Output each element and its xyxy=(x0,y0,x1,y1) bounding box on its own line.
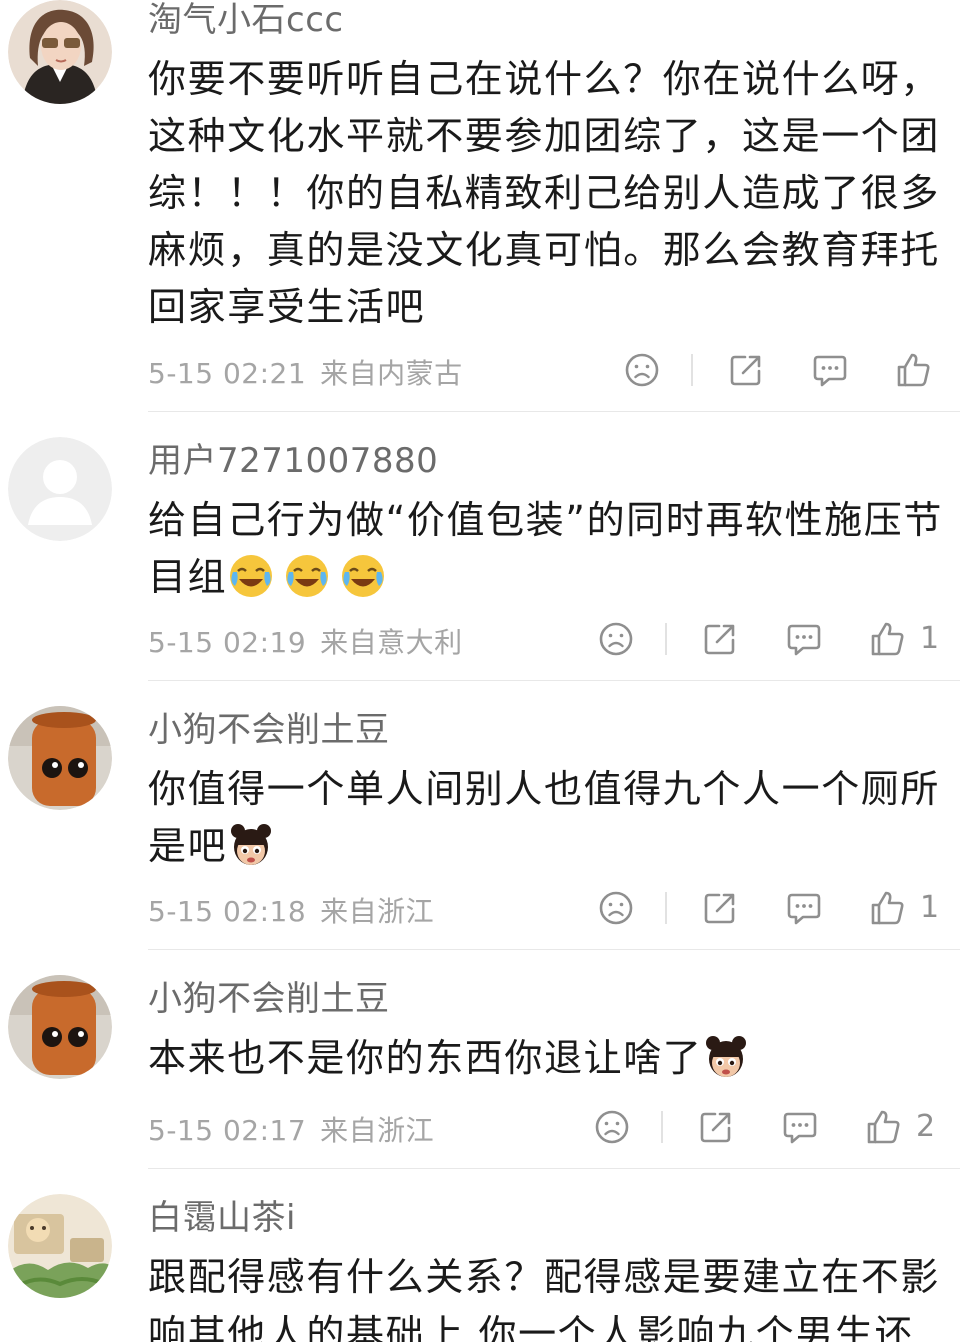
comment-item: 用户7271007880 给自己行为做“价值包装”的同时再软性施压节目组 5-1… xyxy=(0,413,960,681)
sad-face-icon[interactable] xyxy=(592,1107,632,1147)
avatar[interactable] xyxy=(8,0,112,104)
avatar[interactable] xyxy=(8,437,112,541)
divider xyxy=(148,680,960,681)
comment-text: 你要不要听听自己在说什么？你在说什么呀，这种文化水平就不要参加团综了，这是一个团… xyxy=(148,51,944,336)
sad-face-icon[interactable] xyxy=(622,350,662,390)
location: 来自浙江 xyxy=(320,895,435,928)
username[interactable]: 小狗不会削土豆 xyxy=(148,710,390,750)
sad-face-icon[interactable] xyxy=(596,619,636,659)
comment-item: 白霭山茶i 跟配得感有什么关系？配得感是要建立在不影响其他人的基础上 你一个人影… xyxy=(0,1170,960,1342)
comment-item: 小狗不会削土豆 你值得一个单人间别人也值得九个人一个厕所是吧 5-15 02:1… xyxy=(0,682,960,950)
username[interactable]: 白霭山茶i xyxy=(148,1198,296,1238)
avatar[interactable] xyxy=(8,1194,112,1298)
action-bar xyxy=(620,350,940,394)
avatar[interactable] xyxy=(8,706,112,810)
like-count: 2 xyxy=(916,1109,936,1144)
comment-text-body: 跟配得感有什么关系？配得感是要建立在不影响其他人的基础上 你一个人影响九个男生还 xyxy=(148,1255,941,1342)
girl-face-emoji xyxy=(227,821,275,869)
comment-meta: 5-15 02:19 来自意大利 xyxy=(148,621,463,661)
comment-text: 给自己行为做“价值包装”的同时再软性施压节目组 xyxy=(148,492,944,606)
comment-text: 本来也不是你的东西你退让啥了 xyxy=(148,1030,944,1087)
comment-text: 跟配得感有什么关系？配得感是要建立在不影响其他人的基础上 你一个人影响九个男生还 xyxy=(148,1249,944,1342)
action-separator xyxy=(691,354,693,386)
comment-bubble-icon[interactable] xyxy=(784,888,824,928)
girl-face-emoji xyxy=(702,1033,750,1081)
timestamp: 5-15 02:19 xyxy=(148,626,307,659)
comment-bubble-icon[interactable] xyxy=(810,350,850,390)
comment-text: 你值得一个单人间别人也值得九个人一个厕所是吧 xyxy=(148,761,944,875)
avatar[interactable] xyxy=(8,975,112,1079)
action-separator xyxy=(665,623,667,655)
like-count: 1 xyxy=(920,890,940,925)
comment-text-body: 你要不要听听自己在说什么？你在说什么呀，这种文化水平就不要参加团综了，这是一个团… xyxy=(148,57,941,329)
share-icon[interactable] xyxy=(700,888,740,928)
comment-meta: 5-15 02:21 来自内蒙古 xyxy=(148,352,463,392)
laugh-cry-emoji xyxy=(283,552,331,600)
thumbs-up-icon[interactable] xyxy=(868,888,908,928)
location: 来自意大利 xyxy=(320,626,463,659)
location: 来自浙江 xyxy=(320,1114,435,1147)
comment-bubble-icon[interactable] xyxy=(780,1107,820,1147)
like-count: 1 xyxy=(920,621,940,656)
laugh-cry-emoji xyxy=(227,552,275,600)
thumbs-up-icon[interactable] xyxy=(894,350,934,390)
username[interactable]: 用户7271007880 xyxy=(148,441,438,481)
action-separator xyxy=(665,892,667,924)
timestamp: 5-15 02:21 xyxy=(148,357,307,390)
share-icon[interactable] xyxy=(700,619,740,659)
comment-text-body: 本来也不是你的东西你退让啥了 xyxy=(148,1036,703,1080)
action-separator xyxy=(661,1111,663,1143)
share-icon[interactable] xyxy=(726,350,766,390)
divider xyxy=(148,1168,960,1169)
laugh-cry-emoji xyxy=(339,552,387,600)
username[interactable]: 小狗不会削土豆 xyxy=(148,979,390,1019)
action-bar: 1 xyxy=(594,619,940,663)
action-bar: 1 xyxy=(594,888,940,932)
divider xyxy=(148,411,960,412)
timestamp: 5-15 02:18 xyxy=(148,895,307,928)
thumbs-up-icon[interactable] xyxy=(868,619,908,659)
comment-item: 淘气小石ccc 你要不要听听自己在说什么？你在说什么呀，这种文化水平就不要参加团… xyxy=(0,0,960,412)
location: 来自内蒙古 xyxy=(320,357,463,390)
thumbs-up-icon[interactable] xyxy=(864,1107,904,1147)
share-icon[interactable] xyxy=(696,1107,736,1147)
divider xyxy=(148,949,960,950)
comment-item: 小狗不会削土豆 本来也不是你的东西你退让啥了 5-15 02:17 来自浙江 2 xyxy=(0,951,960,1169)
username[interactable]: 淘气小石ccc xyxy=(148,0,344,40)
action-bar: 2 xyxy=(590,1107,940,1151)
comment-meta: 5-15 02:17 来自浙江 xyxy=(148,1109,434,1149)
timestamp: 5-15 02:17 xyxy=(148,1114,307,1147)
comment-bubble-icon[interactable] xyxy=(784,619,824,659)
comment-meta: 5-15 02:18 来自浙江 xyxy=(148,890,434,930)
sad-face-icon[interactable] xyxy=(596,888,636,928)
